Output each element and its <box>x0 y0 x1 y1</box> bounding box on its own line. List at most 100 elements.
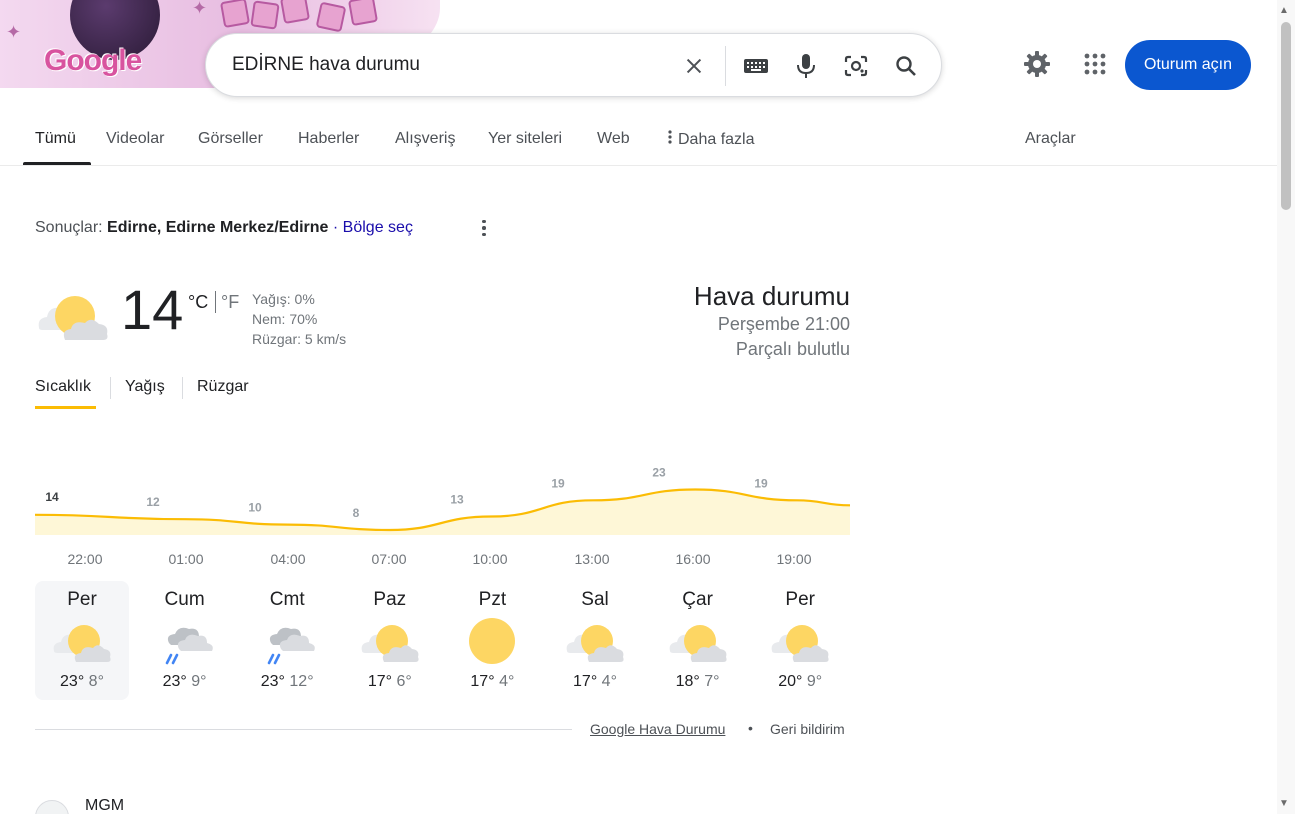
low-temperature: 9° <box>191 673 207 690</box>
tab-shopping[interactable]: Alışveriş <box>395 130 455 148</box>
result-title[interactable]: MGM <box>85 797 124 814</box>
feedback-link[interactable]: Geri bildirim <box>770 721 845 737</box>
doodle-card <box>347 0 379 27</box>
partly-cloudy-icon <box>565 617 625 667</box>
tab-news[interactable]: Haberler <box>298 130 359 148</box>
weather-datetime: Perşembe 21:00 <box>717 314 850 334</box>
microphone-icon[interactable] <box>790 50 822 82</box>
day-forecast-cmt[interactable]: Cmt 23° 12° <box>240 581 334 700</box>
hour-label: 19:00 <box>776 551 812 567</box>
sign-in-button[interactable]: Oturum açın <box>1125 40 1251 90</box>
results-prefix: Sonuçlar: <box>35 219 103 236</box>
star-icon: ✦ <box>6 22 22 42</box>
high-temperature: 23° <box>162 673 187 690</box>
footer-divider <box>35 729 572 730</box>
clear-icon[interactable] <box>678 50 710 82</box>
more-vert-icon <box>668 130 678 149</box>
scroll-down-arrow[interactable]: ▼ <box>1279 798 1289 809</box>
day-forecast-sal[interactable]: Sal 17° 4° <box>548 581 642 700</box>
scroll-up-arrow[interactable]: ▲ <box>1279 5 1289 16</box>
day-temperatures: 23° 8° <box>35 673 129 691</box>
tab-images[interactable]: Görseller <box>198 130 263 148</box>
tab-temperature[interactable]: Sıcaklık <box>35 378 91 396</box>
hour-label: 07:00 <box>371 551 407 567</box>
day-temperatures: 18° 7° <box>651 673 745 691</box>
day-forecast-pzt[interactable]: Pzt 17° 4° <box>445 581 539 700</box>
temperature-data-label: 14 <box>45 490 59 504</box>
scrollbar-thumb[interactable] <box>1281 22 1291 210</box>
temperature-data-label: 13 <box>450 493 464 507</box>
humidity: Nem: 70% <box>252 311 318 327</box>
day-name: Cmt <box>269 589 305 610</box>
day-forecast-cum[interactable]: Cum 23° 9° <box>138 581 232 700</box>
tab-videos[interactable]: Videolar <box>106 130 164 148</box>
tab-precipitation[interactable]: Yağış <box>125 378 165 396</box>
hour-label: 10:00 <box>472 551 508 567</box>
day-forecast-paz[interactable]: Paz 17° 6° <box>343 581 437 700</box>
choose-region-link[interactable]: · Bölge seç <box>333 219 413 236</box>
tab-more[interactable]: Daha fazla <box>668 130 755 149</box>
weather-title: Hava durumu <box>693 281 850 311</box>
google-weather-link[interactable]: Google Hava Durumu <box>590 721 725 737</box>
hour-label: 13:00 <box>574 551 610 567</box>
results-location: Edirne, Edirne Merkez/Edirne <box>107 219 329 236</box>
star-icon: ✦ <box>192 0 208 18</box>
partly-cloudy-icon <box>360 617 420 667</box>
day-name: Per <box>785 589 815 610</box>
settings-gear-icon[interactable] <box>1017 44 1057 84</box>
temperature-data-label: 10 <box>248 501 262 515</box>
temperature-data-label: 19 <box>754 476 768 490</box>
tab-all[interactable]: Tümü <box>35 130 76 148</box>
tools-button[interactable]: Araçlar <box>1025 130 1076 148</box>
hour-label: 22:00 <box>67 551 103 567</box>
search-box[interactable]: EDİRNE hava durumu <box>205 33 942 97</box>
tab-places[interactable]: Yer siteleri <box>488 130 562 148</box>
day-temperatures: 17° 6° <box>343 673 437 691</box>
fahrenheit-toggle[interactable]: °F <box>221 292 239 313</box>
active-tab-indicator <box>23 162 91 165</box>
search-icon[interactable] <box>890 50 922 82</box>
tab-wind[interactable]: Rüzgar <box>197 378 249 396</box>
day-temperatures: 23° 9° <box>138 673 232 691</box>
more-options-icon[interactable] <box>474 218 494 238</box>
high-temperature: 17° <box>573 673 598 690</box>
lens-camera-icon[interactable] <box>840 50 872 82</box>
day-temperatures: 20° 9° <box>753 673 847 691</box>
search-input[interactable]: EDİRNE hava durumu <box>232 54 420 76</box>
hour-label: 01:00 <box>168 551 204 567</box>
search-tabs: Tümü Videolar Görseller Haberler Alışver… <box>0 118 1277 166</box>
footer-separator: • <box>748 720 753 736</box>
partly-cloudy-icon <box>770 617 830 667</box>
day-forecast-çar[interactable]: Çar 18° 7° <box>651 581 745 700</box>
partly-cloudy-icon <box>52 617 112 667</box>
day-forecast-per[interactable]: Per 23° 8° <box>35 581 129 700</box>
hour-label: 16:00 <box>675 551 711 567</box>
doodle-card <box>219 0 251 29</box>
day-temperatures: 23° 12° <box>240 673 334 691</box>
google-logo[interactable]: Google <box>44 44 142 78</box>
tab-web[interactable]: Web <box>597 130 630 148</box>
day-forecast-per[interactable]: Per 20° 9° <box>753 581 847 700</box>
search-divider <box>725 46 726 86</box>
partly-cloudy-icon <box>35 288 111 344</box>
high-temperature: 17° <box>367 673 393 690</box>
celsius-toggle[interactable]: °C <box>188 292 208 313</box>
results-location-line: Sonuçlar: Edirne, Edirne Merkez/Edirne ·… <box>35 219 413 237</box>
day-temperatures: 17° 4° <box>445 673 539 691</box>
day-name: Paz <box>373 589 407 610</box>
wind: Rüzgar: 5 km/s <box>252 331 347 347</box>
temperature-chart: 14 12 10 8 13 19 23 19 <box>35 466 850 535</box>
high-temperature: 23° <box>60 673 85 690</box>
chart-tab-indicator <box>35 406 96 409</box>
apps-grid-icon[interactable] <box>1075 44 1115 84</box>
hour-label: 04:00 <box>270 551 306 567</box>
day-temperatures: 17° 4° <box>548 673 642 691</box>
weather-condition: Parçalı bulutlu <box>735 339 850 359</box>
site-favicon <box>35 800 69 814</box>
low-temperature: 4° <box>499 673 515 690</box>
keyboard-icon[interactable] <box>740 50 772 82</box>
high-temperature: 17° <box>470 673 495 690</box>
precipitation: Yağış: 0% <box>252 291 315 307</box>
low-temperature: 4° <box>601 673 617 690</box>
low-temperature: 6° <box>396 673 412 690</box>
